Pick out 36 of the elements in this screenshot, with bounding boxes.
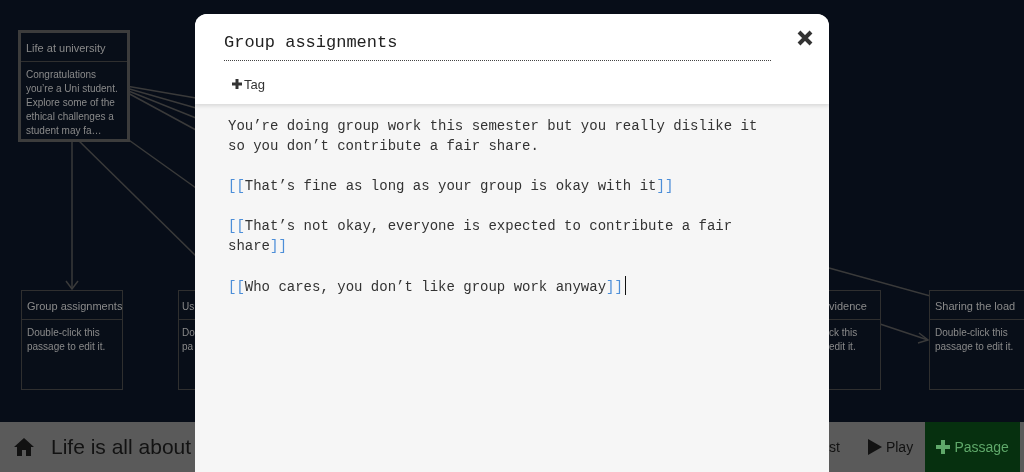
passage-title: Group assignments: [27, 300, 122, 312]
plus-icon: [936, 440, 951, 454]
passage-excerpt: Explore some of the: [26, 96, 116, 110]
passage-excerpt: passage to edit it.: [27, 340, 107, 354]
passage-excerpt: pa: [182, 340, 195, 354]
passage-text: You’re doing group work this semester but you really dislike it so you don’t contribute a fair share.: [228, 117, 759, 156]
passage-excerpt: Congratulations: [26, 68, 98, 82]
passage-title: Us: [182, 301, 195, 312]
play-icon: [867, 439, 882, 455]
passage-excerpt: you’re a Uni student.: [26, 82, 119, 96]
passage-title: Sharing the load: [935, 300, 1016, 312]
passage-card[interactable]: Life at university Congratulations you’re a Uni student. Explore some of the ethical challenges a student may fa…: [18, 30, 130, 142]
passage-excerpt: student may fa…: [26, 124, 103, 138]
passage-card[interactable]: vidence ck this edit it.: [829, 290, 881, 390]
passage-card[interactable]: Us Do pa: [178, 290, 195, 390]
passage-link-text: [[That’s not okay, everyone is expected to contribute a fair share]]: [228, 217, 734, 256]
passage-excerpt: edit it.: [829, 340, 857, 354]
passage-title: Life at university: [26, 42, 106, 54]
plus-icon: [232, 79, 242, 90]
passage-title: vidence: [829, 300, 867, 312]
home-icon[interactable]: [13, 437, 35, 457]
close-icon: [797, 30, 813, 46]
passage-excerpt: ck this: [829, 326, 859, 340]
passage-excerpt: ethical challenges a: [26, 110, 115, 124]
passage-card[interactable]: Group assignments Double-click this passage to edit it.: [21, 290, 123, 390]
close-button[interactable]: [795, 28, 815, 48]
passage-excerpt: Double-click this: [935, 326, 1009, 340]
story-title: Life is all about: [51, 434, 192, 461]
passage-card[interactable]: Sharing the load Double-click this passage to edit it.: [929, 290, 1024, 390]
passage-excerpt: Double-click this: [27, 326, 101, 340]
passage-excerpt: passage to edit it.: [935, 340, 1015, 354]
passage-link-text: [[Who cares, you don’t like group work anyway]]: [228, 276, 780, 297]
passage-link-text: [[That’s fine as long as your group is okay with it]]: [228, 177, 675, 196]
add-passage-button[interactable]: Passage: [925, 422, 1021, 472]
passage-excerpt: Do: [182, 326, 195, 340]
add-tag-button[interactable]: Tag: [232, 74, 265, 94]
